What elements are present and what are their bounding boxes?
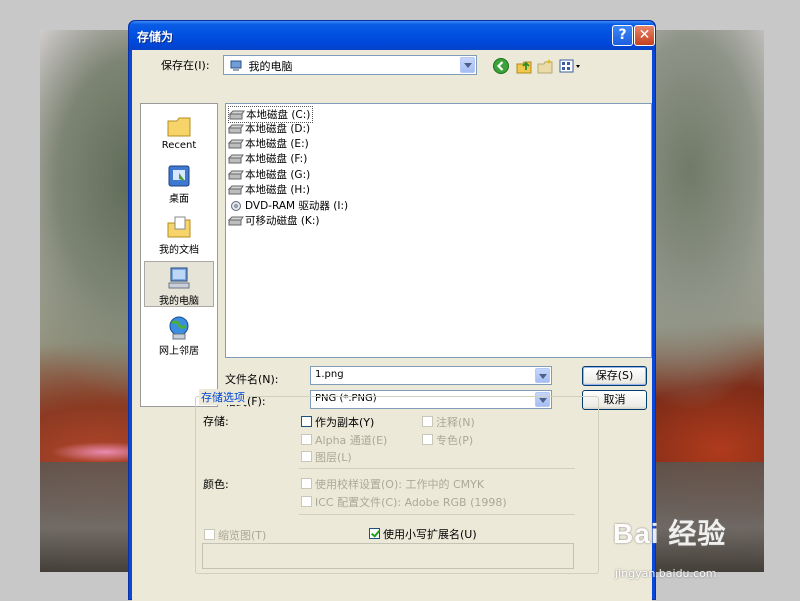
storage-label: 存储: [203, 415, 229, 428]
list-item[interactable]: 本地磁盘 (D:) [228, 121, 310, 136]
hard-drive-icon [229, 110, 245, 119]
place-label: 网上邻居 [159, 346, 199, 357]
watermark-url: jingyan.baidu.com [615, 567, 717, 580]
lowercase-ext-checkbox[interactable] [369, 528, 380, 539]
list-item[interactable]: 本地磁盘 (E:) [228, 136, 309, 151]
removable-drive-icon [228, 216, 244, 225]
proof-checkbox[interactable] [301, 478, 312, 489]
save-button[interactable]: 保存(S) [582, 366, 647, 386]
place-label: Recent [161, 140, 197, 151]
filename-value: 1.png [315, 369, 344, 380]
help-button[interactable]: ? [612, 25, 633, 46]
place-my-documents[interactable]: 我的文档 [144, 211, 214, 257]
layers-checkbox[interactable] [301, 451, 312, 462]
new-folder-icon[interactable] [536, 57, 554, 75]
places-bar: Recent 桌面 我的文档 我的电脑 网上邻居 [140, 103, 218, 407]
alpha-checkbox[interactable] [301, 434, 312, 445]
list-item[interactable]: 可移动磁盘 (K:) [228, 213, 319, 228]
filename-label: 文件名(N): [225, 373, 279, 386]
divider [299, 514, 575, 515]
list-item[interactable]: 本地磁盘 (F:) [228, 151, 307, 166]
hard-drive-icon [228, 139, 244, 148]
watermark-logo: Bai 经验 [613, 518, 727, 549]
save-in-label: 保存在(I): [161, 59, 210, 72]
icc-checkbox[interactable] [301, 496, 312, 507]
chevron-down-icon[interactable] [460, 57, 475, 73]
annotations-checkbox[interactable] [422, 416, 433, 427]
place-label: 我的文档 [159, 245, 199, 256]
place-desktop[interactable]: 桌面 [144, 160, 214, 206]
my-documents-icon [167, 216, 191, 238]
close-button[interactable]: ✕ [634, 25, 655, 46]
place-label: 桌面 [169, 194, 189, 205]
as-copy-label: 作为副本(Y) [315, 416, 375, 429]
title-bar[interactable]: 存储为 ? ✕ [129, 21, 655, 50]
hard-drive-icon [228, 154, 244, 163]
divider [299, 468, 575, 469]
spot-checkbox[interactable] [422, 434, 433, 445]
save-in-value: 我的电脑 [248, 60, 293, 73]
as-copy-checkbox[interactable] [301, 416, 312, 427]
view-menu-icon[interactable] [558, 57, 582, 75]
filename-input[interactable]: 1.png [310, 366, 552, 385]
lowercase-ext-label: 使用小写扩展名(U) [383, 528, 477, 541]
list-item[interactable]: 本地磁盘 (G:) [228, 167, 310, 182]
place-my-computer[interactable]: 我的电脑 [144, 261, 214, 307]
color-label: 颜色: [203, 478, 229, 491]
my-computer-icon [230, 60, 242, 71]
status-box [202, 543, 574, 569]
place-label: 我的电脑 [159, 296, 199, 307]
save-in-dropdown[interactable]: 我的电脑 [223, 55, 477, 75]
place-network[interactable]: 网上邻居 [144, 312, 214, 358]
layers-label: 图层(L) [315, 451, 352, 464]
back-icon[interactable] [492, 57, 510, 75]
thumbnail-label: 缩览图(T) [218, 529, 267, 542]
my-computer-icon [168, 267, 190, 289]
baidu-watermark: Bai 经验 jingyan.baidu.com [613, 512, 727, 580]
annotations-label: 注释(N) [436, 416, 475, 429]
list-item[interactable]: 本地磁盘 (H:) [228, 182, 310, 197]
file-list[interactable]: 本地磁盘 (C:) 本地磁盘 (D:) 本地磁盘 (E:) 本地磁盘 (F:) … [225, 103, 652, 358]
dialog-title: 存储为 [137, 30, 174, 44]
list-item[interactable]: DVD-RAM 驱动器 (I:) [228, 198, 348, 213]
icc-label: ICC 配置文件(C): Adobe RGB (1998) [315, 496, 507, 509]
network-places-icon [169, 316, 189, 340]
spot-label: 专色(P) [436, 434, 474, 447]
hard-drive-icon [228, 124, 244, 133]
hard-drive-icon [228, 185, 244, 194]
save-as-dialog: 存储为 ? ✕ 保存在(I): 我的电脑 Recent 桌面 我的文档 我的电脑… [128, 20, 656, 601]
proof-label: 使用校样设置(O): 工作中的 CMYK [315, 478, 485, 491]
dvd-drive-icon [231, 200, 241, 211]
thumbnail-checkbox[interactable] [204, 529, 215, 540]
hard-drive-icon [228, 170, 244, 179]
up-folder-icon[interactable] [515, 57, 533, 75]
place-recent[interactable]: Recent [144, 110, 214, 156]
recent-folder-icon [167, 117, 191, 137]
desktop-icon [168, 165, 190, 187]
chevron-down-icon[interactable] [535, 368, 550, 383]
alpha-label: Alpha 通道(E) [315, 434, 388, 447]
save-options-title: 存储选项 [199, 389, 247, 405]
